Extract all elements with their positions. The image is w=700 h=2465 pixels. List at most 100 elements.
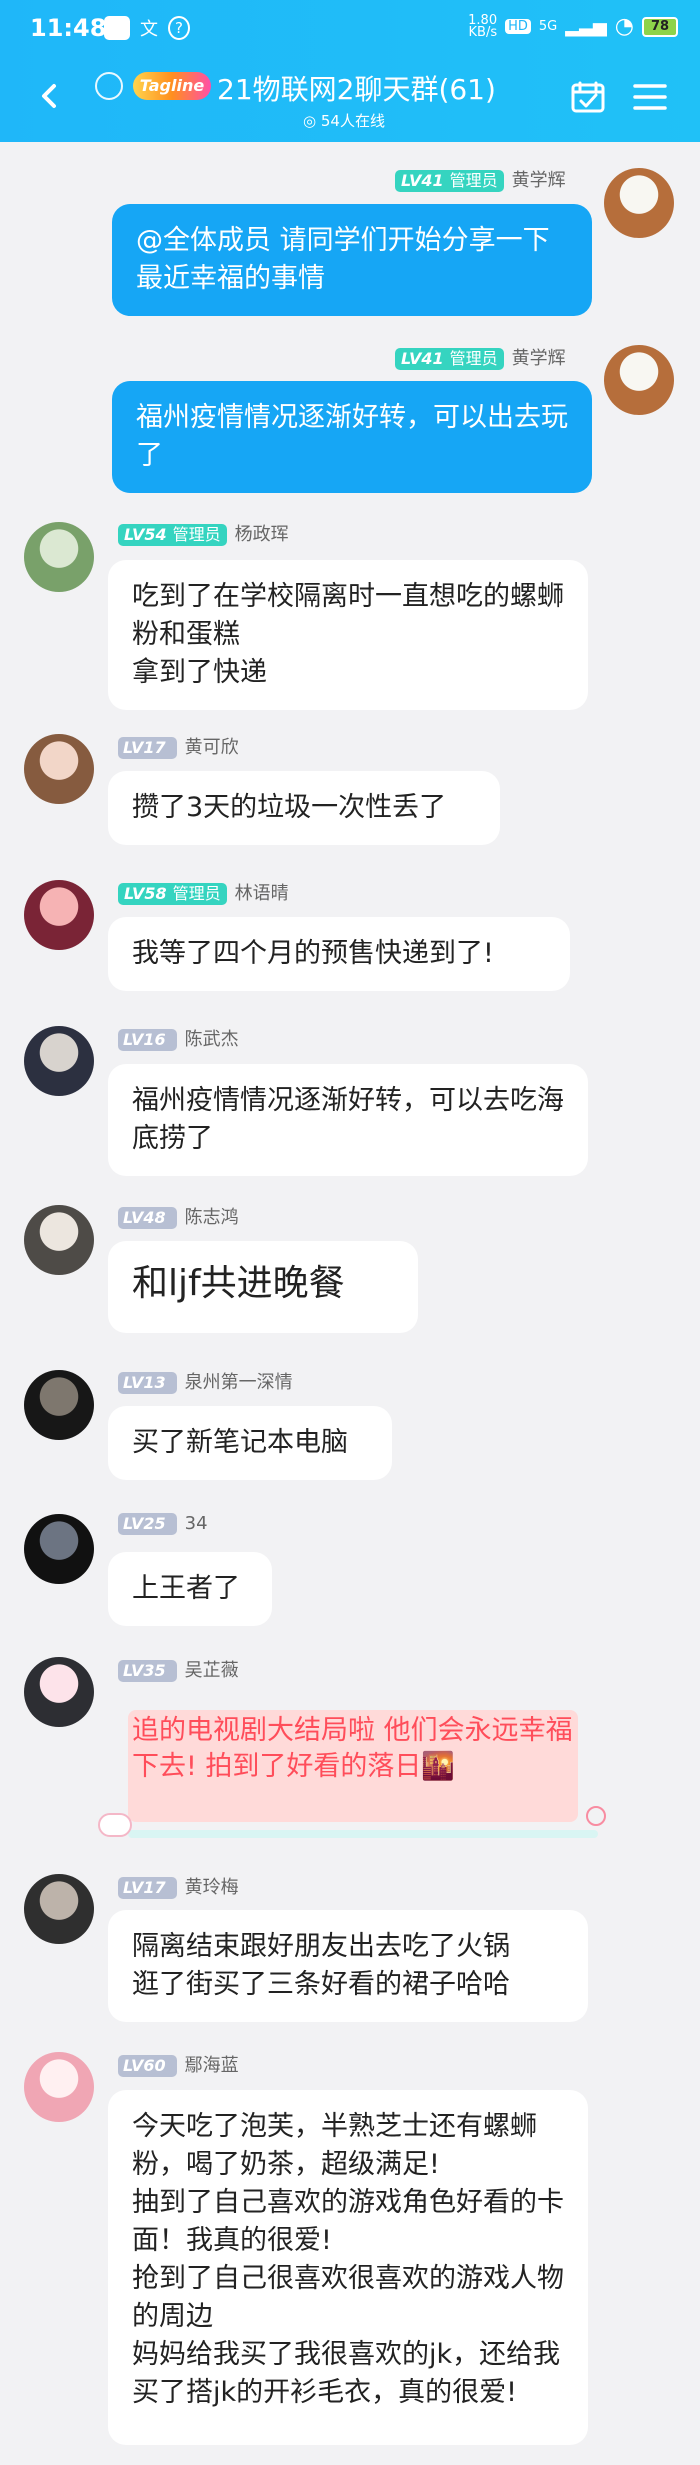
member-level-badge: LV41 管理员 xyxy=(395,348,504,370)
received-message-bubble[interactable]: 上王者了 xyxy=(108,1552,272,1626)
network-speed: 1.80 KB/s xyxy=(468,12,498,40)
member-avatar[interactable] xyxy=(24,1874,94,1944)
sender-name: 陈武杰 xyxy=(184,1029,239,1050)
role-label: 管理员 xyxy=(449,349,498,368)
message-meta: LV35 吴芷薇 xyxy=(118,1656,239,1682)
level-label: LV17 xyxy=(123,1878,166,1897)
level-label: LV35 xyxy=(123,1661,166,1680)
message-meta: LV54 管理员 杨政珲 xyxy=(118,520,289,546)
level-label: LV25 xyxy=(123,1514,166,1533)
sender-name: 泉州第一深情 xyxy=(184,1372,293,1393)
message-text: 追的电视剧大结局啦 他们会永远幸福下去! 拍到了好看的落日🌇 xyxy=(132,1715,573,1782)
received-message-bubble[interactable]: 今天吃了泡芙，半熟芝士还有螺蛳粉，喝了奶茶，超级满足! 抽到了自己喜欢的游戏角色… xyxy=(108,2090,588,2445)
level-label: LV13 xyxy=(123,1373,166,1392)
language-icon: 文 xyxy=(140,19,158,40)
member-avatar[interactable] xyxy=(24,880,94,950)
member-avatar[interactable] xyxy=(24,1205,94,1275)
sender-avatar[interactable] xyxy=(604,345,674,415)
level-label: LV41 xyxy=(401,171,444,190)
level-label: LV48 xyxy=(123,1208,166,1227)
received-message-bubble[interactable]: 买了新笔记本电脑 xyxy=(108,1406,392,1480)
member-level-badge: LV35 xyxy=(118,1660,177,1682)
back-icon[interactable] xyxy=(36,82,64,110)
status-right-group: 1.80 KB/s HD 5G ▂▃▅ ◔ 78 xyxy=(468,14,678,39)
message-meta: LV41 管理员 黄学辉 xyxy=(395,166,566,192)
received-message-bubble[interactable]: 和ljf共进晚餐 xyxy=(108,1241,418,1333)
member-avatar[interactable] xyxy=(24,522,94,592)
role-label: 管理员 xyxy=(449,171,498,190)
message-card-decoration xyxy=(128,1830,598,1838)
sender-avatar[interactable] xyxy=(604,168,674,238)
status-time: 11:48 xyxy=(30,14,107,42)
member-level-badge: LV58 管理员 xyxy=(118,883,227,905)
member-level-badge: LV54 管理员 xyxy=(118,524,227,546)
chat-title: 21物联网2聊天群(61) xyxy=(217,73,496,106)
check-icon xyxy=(586,1806,606,1826)
member-level-badge: LV17 xyxy=(118,1877,177,1899)
sender-name: 陈志鸿 xyxy=(184,1207,239,1228)
message-meta: LV17 黄玲梅 xyxy=(118,1873,239,1899)
received-message-bubble[interactable]: 我等了四个月的预售快递到了! xyxy=(108,917,570,991)
calendar-check-icon[interactable] xyxy=(570,80,606,114)
member-level-badge: LV16 xyxy=(118,1029,177,1051)
sent-message-bubble[interactable]: 福州疫情情况逐渐好转，可以出去玩了 xyxy=(112,381,592,493)
member-level-badge: LV41 管理员 xyxy=(395,170,504,192)
online-count: ◎ 54人在线 xyxy=(303,112,385,130)
member-level-badge: LV60 xyxy=(118,2055,177,2077)
received-message-bubble[interactable]: 隔离结束跟好朋友出去吃了火锅 逛了街买了三条好看的裙子哈哈 xyxy=(108,1910,588,2022)
level-label: LV17 xyxy=(123,738,166,757)
sender-name: 杨政珲 xyxy=(234,524,289,545)
message-meta: LV58 管理员 林语晴 xyxy=(118,879,289,905)
menu-icon[interactable] xyxy=(632,80,668,114)
member-avatar[interactable] xyxy=(24,1514,94,1584)
member-level-badge: LV48 xyxy=(118,1207,177,1229)
battery-level: 78 xyxy=(642,16,678,37)
sender-name: 黄学辉 xyxy=(511,348,566,369)
message-meta: LV41 管理员 黄学辉 xyxy=(395,344,566,370)
level-label: LV41 xyxy=(401,349,444,368)
message-meta: LV13 泉州第一深情 xyxy=(118,1368,293,1394)
received-message-bubble[interactable]: 福州疫情情况逐渐好转，可以去吃海底捞了 xyxy=(108,1064,588,1176)
cloud-icon xyxy=(98,1813,132,1837)
signal-icon: ▂▃▅ xyxy=(565,16,607,37)
sender-name: 34 xyxy=(184,1513,208,1534)
status-bar: 11:48 文 ? 1.80 KB/s HD 5G ▂▃▅ ◔ 78 xyxy=(0,0,700,62)
level-label: LV54 xyxy=(124,525,167,544)
sender-name: 吴芷薇 xyxy=(184,1660,239,1681)
member-avatar[interactable] xyxy=(24,2052,94,2122)
sender-name: 黄可欣 xyxy=(184,737,239,758)
signal-label: 5G xyxy=(538,19,558,34)
member-level-badge: LV17 xyxy=(118,737,177,759)
brand-logo: Tagline xyxy=(133,72,211,100)
sender-name: 鄢海蓝 xyxy=(184,2055,239,2076)
level-label: LV16 xyxy=(123,1030,166,1049)
chat-title-area[interactable]: Tagline 21物联网2聊天群(61) ◎ 54人在线 xyxy=(95,68,525,130)
wifi-icon: ◔ xyxy=(614,14,634,39)
level-label: LV58 xyxy=(124,884,167,903)
hd-badge: HD xyxy=(505,19,531,34)
app-notification-icon xyxy=(104,16,130,40)
member-level-badge: LV13 xyxy=(118,1372,177,1394)
role-label: 管理员 xyxy=(172,525,221,544)
level-label: LV60 xyxy=(123,2056,166,2075)
sender-name: 林语晴 xyxy=(234,883,289,904)
message-meta: LV48 陈志鸿 xyxy=(118,1203,239,1229)
member-avatar[interactable] xyxy=(24,1026,94,1096)
sender-name: 黄玲梅 xyxy=(184,1877,239,1898)
chat-header: 11:48 文 ? 1.80 KB/s HD 5G ▂▃▅ ◔ 78 Tagli… xyxy=(0,0,700,142)
message-meta: LV60 鄢海蓝 xyxy=(118,2051,239,2077)
role-label: 管理员 xyxy=(172,884,221,903)
message-meta: LV25 34 xyxy=(118,1513,208,1535)
received-message-bubble[interactable]: 吃到了在学校隔离时一直想吃的螺蛳粉和蛋糕 拿到了快递 xyxy=(108,560,588,710)
message-meta: LV17 黄可欣 xyxy=(118,733,239,759)
received-message-bubble[interactable]: 攒了3天的垃圾一次性丢了 xyxy=(108,771,500,845)
member-avatar[interactable] xyxy=(24,1657,94,1727)
member-avatar[interactable] xyxy=(24,734,94,804)
help-icon: ? xyxy=(168,16,190,40)
member-avatar[interactable] xyxy=(24,1370,94,1440)
member-level-badge: LV25 xyxy=(118,1513,177,1535)
sender-name: 黄学辉 xyxy=(511,170,566,191)
message-meta: LV16 陈武杰 xyxy=(118,1025,239,1051)
sent-message-bubble[interactable]: @全体成员 请同学们开始分享一下最近幸福的事情 xyxy=(112,204,592,316)
group-icon xyxy=(95,72,123,100)
